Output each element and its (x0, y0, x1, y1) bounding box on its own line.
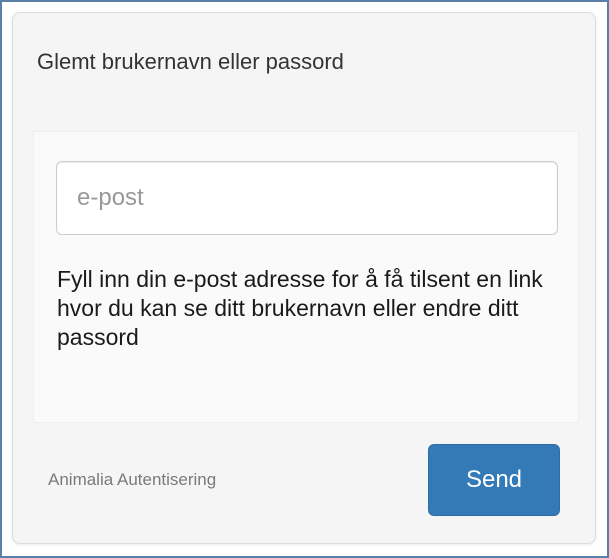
help-text: Fyll inn din e-post adresse for å få til… (57, 266, 543, 350)
email-input[interactable] (56, 161, 558, 235)
footer-brand-label: Animalia Autentisering (48, 470, 217, 489)
send-button[interactable]: Send (428, 444, 560, 516)
panel-title: Glemt brukernavn eller passord (37, 49, 344, 74)
panel-body: Fyll inn din e-post adresse for å få til… (33, 131, 579, 423)
